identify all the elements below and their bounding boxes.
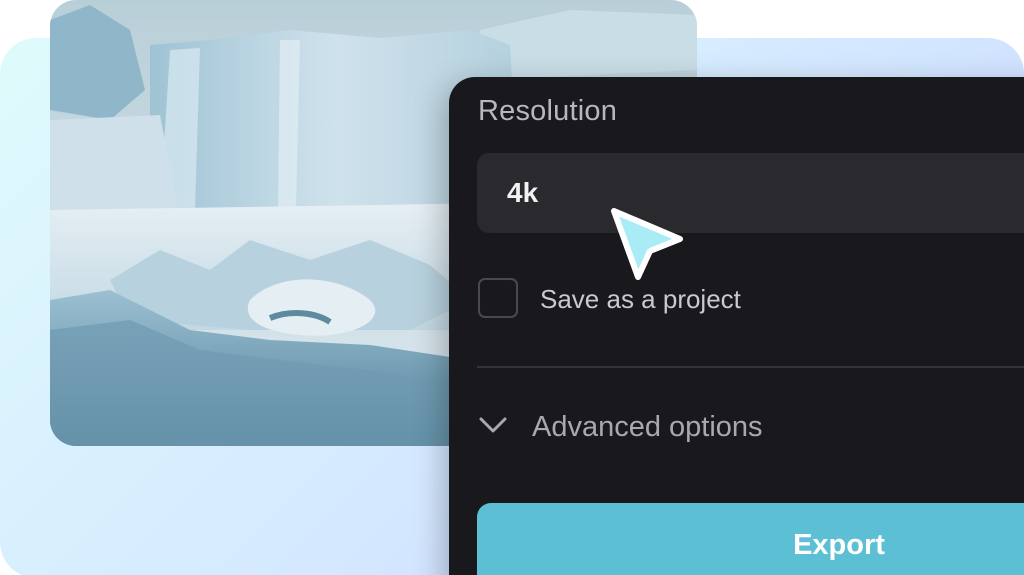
resolution-label: Resolution (478, 95, 618, 127)
cursor-arrow-icon (611, 208, 683, 280)
save-project-checkbox[interactable] (478, 278, 518, 318)
resolution-value: 4k (507, 177, 539, 208)
chevron-down-icon (479, 417, 507, 433)
divider (477, 366, 1024, 368)
advanced-options-label: Advanced options (532, 411, 763, 443)
export-button-label: Export (793, 529, 885, 561)
save-project-label[interactable]: Save as a project (540, 284, 741, 315)
export-panel: Resolution 4k Save as a project Advanced… (449, 77, 1024, 575)
export-button[interactable]: Export (477, 503, 1024, 575)
resolution-select[interactable]: 4k (477, 153, 1024, 233)
stage: Resolution 4k Save as a project Advanced… (0, 0, 1024, 575)
